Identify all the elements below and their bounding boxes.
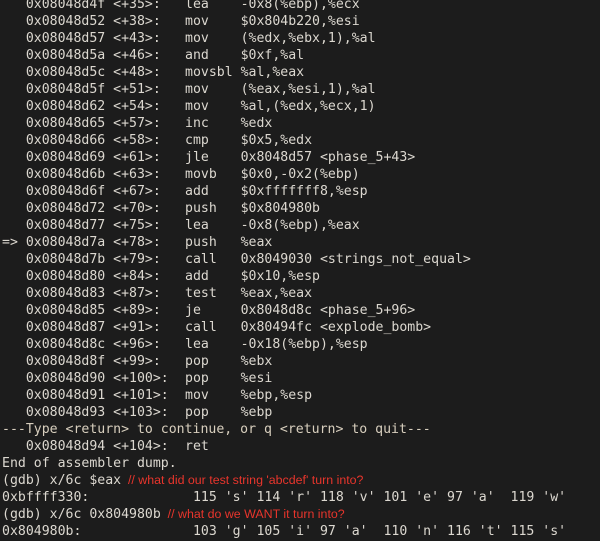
line-address-column: 0x08048d5c <+48>:	[2, 65, 161, 80]
line-address-column: 0x08048d57 <+43>:	[2, 31, 161, 46]
line-address-column: 0x08048d87 <+91>:	[2, 320, 161, 335]
line-address-column: 0x08048d72 <+70>:	[2, 201, 161, 216]
pager-prompt-line: ---Type <return> to continue, or q <retu…	[0, 421, 600, 438]
line-instruction-column: 103 'g' 105 'i' 97 'a' 110 'n' 116 't' 1…	[185, 524, 567, 539]
line-instruction-column: mov (%edx,%ebx,1),%al	[185, 31, 376, 46]
line-instruction-column: 115 's' 114 'r' 118 'v' 101 'e' 97 'a' 1…	[185, 490, 567, 505]
output-line: 0x804980b: 103 'g' 105 'i' 97 'a' 110 'n…	[0, 523, 600, 540]
disassembly-line: 0x08048d93 <+103>: pop %ebp	[0, 404, 600, 421]
disassembly-line: 0x08048d52 <+38>: mov $0x804b220,%esi	[0, 13, 600, 30]
disassembly-line: 0x08048d90 <+100>: pop %esi	[0, 370, 600, 387]
disassembly-line: 0x08048d72 <+70>: push $0x804980b	[0, 200, 600, 217]
line-address-column: 0x08048d94 <+104>:	[2, 439, 169, 454]
line-instruction-column: ret	[185, 439, 209, 454]
line-instruction-column: call 0x80494fc <explode_bomb>	[185, 320, 432, 335]
line-instruction-column: call 0x8049030 <strings_not_equal>	[185, 252, 471, 267]
line-instruction-column: add $0xfffffff8,%esp	[185, 184, 368, 199]
line-address-column: 0x08048d52 <+38>:	[2, 14, 161, 29]
line-address-column: 0x08048d5f <+51>:	[2, 82, 161, 97]
disassembly-line: 0x08048d6f <+67>: add $0xfffffff8,%esp	[0, 183, 600, 200]
line-address-column: 0x08048d62 <+54>:	[2, 99, 161, 114]
line-instruction-column: inc %edx	[185, 116, 273, 131]
disassembly-line: 0x08048d85 <+89>: je 0x8048d8c <phase_5+9…	[0, 302, 600, 319]
line-instruction-column: add $0x10,%esp	[185, 269, 320, 284]
line-address-column: 0x08048d85 <+89>:	[2, 303, 161, 318]
line-text: ---Type <return> to continue, or q <retu…	[2, 422, 431, 437]
line-instruction-column: lea -0x8(%ebp),%ecx	[185, 0, 360, 12]
output-line: End of assembler dump.	[0, 455, 600, 472]
line-address-column: 0x08048d90 <+100>:	[2, 371, 169, 386]
disassembly-line: => 0x08048d7a <+78>: push %eax	[0, 234, 600, 251]
line-instruction-column: push $0x804980b	[185, 201, 320, 216]
terminal-scrollback: 0x08048d4f <+35>: lea -0x8(%ebp),%ecx 0x0…	[0, 0, 600, 540]
line-address-column: 0x08048d8f <+99>:	[2, 354, 161, 369]
disassembly-line: 0x08048d5a <+46>: and $0xf,%al	[0, 47, 600, 64]
disassembly-line: 0x08048d83 <+87>: test %eax,%eax	[0, 285, 600, 302]
disassembly-line: 0x08048d4f <+35>: lea -0x8(%ebp),%ecx	[0, 0, 600, 13]
disassembly-line: 0x08048d91 <+101>: mov %ebp,%esp	[0, 387, 600, 404]
line-instruction-column: je 0x8048d8c <phase_5+96>	[185, 303, 416, 318]
disassembly-line: 0x08048d5f <+51>: mov (%eax,%esi,1),%al	[0, 81, 600, 98]
line-address-column: 0x08048d8c <+96>:	[2, 337, 161, 352]
line-instruction-column: lea -0x18(%ebp),%esp	[185, 337, 368, 352]
line-address-column: 0x08048d6f <+67>:	[2, 184, 161, 199]
gdb-prompt-line: (gdb) x/6c 0x804980b // what do we WANT …	[0, 506, 600, 523]
disassembly-line: 0x08048d66 <+58>: cmp $0x5,%edx	[0, 132, 600, 149]
disassembly-line: 0x08048d5c <+48>: movsbl %al,%eax	[0, 64, 600, 81]
line-instruction-column: pop %ebp	[185, 405, 273, 420]
disassembly-line: 0x08048d77 <+75>: lea -0x8(%ebp),%eax	[0, 217, 600, 234]
line-address-column: 0xbffff330:	[2, 490, 90, 505]
line-instruction-column: mov (%eax,%esi,1),%al	[185, 82, 376, 97]
line-instruction-column: mov %al,(%edx,%ecx,1)	[185, 99, 376, 114]
line-instruction-column: mov %ebp,%esp	[185, 388, 313, 403]
disassembly-line: 0x08048d94 <+104>: ret	[0, 438, 600, 455]
line-address-column: 0x08048d91 <+101>:	[2, 388, 169, 403]
line-address-column: 0x08048d93 <+103>:	[2, 405, 169, 420]
line-instruction-column: movb $0x0,-0x2(%ebp)	[185, 167, 360, 182]
line-address-column: 0x08048d83 <+87>:	[2, 286, 161, 301]
line-instruction-column: jle 0x8048d57 <phase_5+43>	[185, 150, 416, 165]
line-address-column: 0x08048d80 <+84>:	[2, 269, 161, 284]
disassembly-line: 0x08048d69 <+61>: jle 0x8048d57 <phase_5+…	[0, 149, 600, 166]
line-address-column: 0x08048d6b <+63>:	[2, 167, 161, 182]
line-address-column: 0x08048d66 <+58>:	[2, 133, 161, 148]
line-instruction-column: pop %ebx	[185, 354, 273, 369]
line-address-column: 0x08048d77 <+75>:	[2, 218, 161, 233]
line-instruction-column: lea -0x8(%ebp),%eax	[185, 218, 360, 233]
gdb-terminal-window[interactable]: 0x08048d4f <+35>: lea -0x8(%ebp),%ecx 0x0…	[0, 0, 600, 541]
disassembly-line: 0x08048d65 <+57>: inc %edx	[0, 115, 600, 132]
disassembly-line: 0x08048d6b <+63>: movb $0x0,-0x2(%ebp)	[0, 166, 600, 183]
annotation-comment: // what did our test string 'abcdef' tur…	[121, 473, 364, 487]
line-address-column: 0x08048d7b <+79>:	[2, 252, 161, 267]
line-address-column: 0x08048d69 <+61>:	[2, 150, 161, 165]
line-instruction-column: movsbl %al,%eax	[185, 65, 305, 80]
line-instruction-column: push %eax	[185, 235, 273, 250]
line-address-column: 0x08048d5a <+46>:	[2, 48, 161, 63]
output-line: 0xbffff330: 115 's' 114 'r' 118 'v' 101 …	[0, 489, 600, 506]
line-instruction-column: cmp $0x5,%edx	[185, 133, 313, 148]
disassembly-line: 0x08048d87 <+91>: call 0x80494fc <explode…	[0, 319, 600, 336]
disassembly-line: 0x08048d62 <+54>: mov %al,(%edx,%ecx,1)	[0, 98, 600, 115]
line-address-column: 0x08048d4f <+35>:	[2, 0, 161, 12]
disassembly-line: 0x08048d80 <+84>: add $0x10,%esp	[0, 268, 600, 285]
line-address-column: 0x08048d65 <+57>:	[2, 116, 161, 131]
annotation-comment: // what do we WANT it turn into?	[160, 507, 345, 521]
line-instruction-column: mov $0x804b220,%esi	[185, 14, 360, 29]
disassembly-line: 0x08048d57 <+43>: mov (%edx,%ebx,1),%al	[0, 30, 600, 47]
line-address-column: => 0x08048d7a <+78>:	[2, 235, 161, 250]
line-text: (gdb) x/6c $eax	[2, 473, 122, 488]
line-text: (gdb) x/6c 0x804980b	[2, 507, 161, 522]
disassembly-line: 0x08048d8f <+99>: pop %ebx	[0, 353, 600, 370]
gdb-prompt-line: (gdb) x/6c $eax // what did our test str…	[0, 472, 600, 489]
line-address-column: 0x804980b:	[2, 524, 82, 539]
line-text: End of assembler dump.	[2, 456, 177, 471]
disassembly-line: 0x08048d8c <+96>: lea -0x18(%ebp),%esp	[0, 336, 600, 353]
line-instruction-column: and $0xf,%al	[185, 48, 305, 63]
line-instruction-column: test %eax,%eax	[185, 286, 313, 301]
disassembly-line: 0x08048d7b <+79>: call 0x8049030 <strings…	[0, 251, 600, 268]
line-instruction-column: pop %esi	[185, 371, 273, 386]
